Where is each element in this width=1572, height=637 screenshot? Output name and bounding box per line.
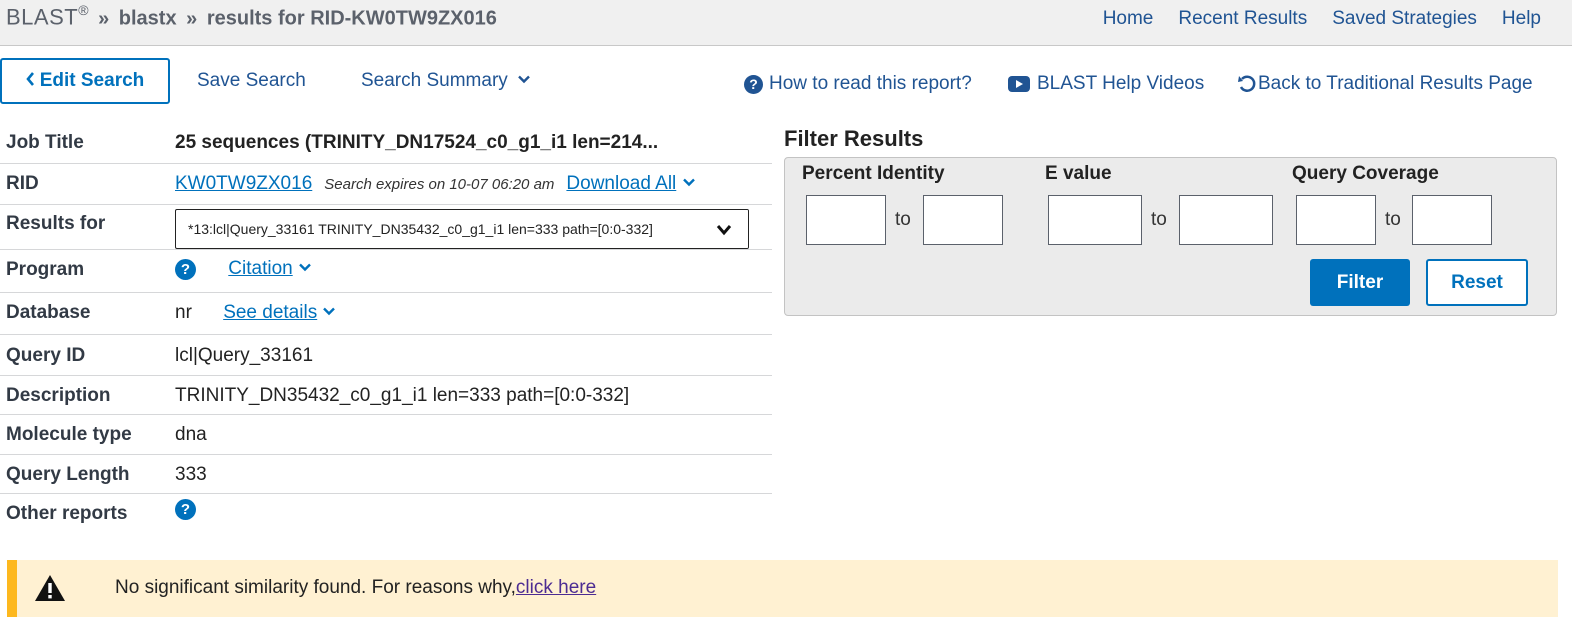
- query-length-label: Query Length: [6, 464, 130, 485]
- query-id-value: lcl|Query_33161: [175, 345, 314, 366]
- row-rid: RID KW0TW9ZX016 Search expires on 10-07 0…: [0, 164, 772, 205]
- molecule-type-value: dna: [175, 424, 207, 445]
- breadcrumb-program[interactable]: blastx: [119, 8, 177, 30]
- click-here-link[interactable]: click here: [516, 577, 596, 598]
- help-circle-icon: ?: [744, 74, 763, 94]
- citation-link[interactable]: Citation: [228, 258, 292, 279]
- top-nav: Home Recent Results Saved Strategies Hel…: [1103, 8, 1572, 30]
- chevron-down-icon[interactable]: [683, 178, 696, 187]
- save-search-link[interactable]: Save Search: [197, 70, 306, 92]
- alert-text: No significant similarity found. For rea…: [115, 577, 516, 598]
- nav-home[interactable]: Home: [1103, 8, 1154, 30]
- search-summary-label: Search Summary: [361, 70, 508, 91]
- back-traditional-link[interactable]: Back to Traditional Results Page: [1237, 73, 1533, 95]
- undo-icon: [1238, 75, 1256, 92]
- filter-results-title: Filter Results: [784, 126, 924, 151]
- back-traditional-label: Back to Traditional Results Page: [1258, 73, 1533, 94]
- percent-identity-max-input[interactable]: [923, 195, 1003, 245]
- how-to-read-label: How to read this report?: [769, 73, 972, 94]
- chevron-down-icon[interactable]: [323, 307, 336, 316]
- nav-recent-results[interactable]: Recent Results: [1178, 8, 1307, 30]
- alert-message: No significant similarity found. For rea…: [115, 577, 596, 599]
- registered-mark: ®: [78, 2, 89, 18]
- job-title-value: 25 sequences (TRINITY_DN17524_c0_g1_i1 l…: [175, 132, 659, 153]
- edit-search-label: Edit Search: [39, 70, 145, 91]
- results-for-select[interactable]: *13:lcl|Query_33161 TRINITY_DN35432_c0_g…: [175, 209, 749, 249]
- rid-label: RID: [6, 173, 39, 194]
- query-id-label: Query ID: [6, 345, 86, 366]
- breadcrumb-separator: »: [186, 7, 198, 30]
- other-reports-label: Other reports: [6, 503, 128, 524]
- query-coverage-label: Query Coverage: [1292, 163, 1439, 184]
- help-circle-icon[interactable]: ?: [175, 499, 196, 520]
- row-other-reports: Other reports ?: [0, 494, 772, 534]
- row-description: Description TRINITY_DN35432_c0_g1_i1 len…: [0, 376, 772, 415]
- chevron-down-icon[interactable]: [298, 263, 311, 272]
- to-label: to: [895, 209, 911, 230]
- row-results-for: Results for *13:lcl|Query_33161 TRINITY_…: [0, 205, 772, 250]
- job-title-label: Job Title: [6, 132, 84, 153]
- row-database: Database nr See details: [0, 293, 772, 335]
- query-coverage-min-input[interactable]: [1296, 195, 1376, 245]
- query-coverage-max-input[interactable]: [1412, 195, 1492, 245]
- how-to-read-link[interactable]: ? How to read this report?: [744, 73, 972, 95]
- edit-search-button[interactable]: Edit Search: [0, 58, 170, 104]
- results-for-label: Results for: [6, 213, 106, 234]
- filter-panel: Percent Identity to E value to Query Cov…: [784, 157, 1557, 316]
- nav-help[interactable]: Help: [1502, 8, 1541, 30]
- database-value: nr: [175, 302, 192, 323]
- breadcrumb-separator: »: [98, 7, 110, 30]
- rid-value-group: KW0TW9ZX016 Search expires on 10-07 06:20…: [175, 173, 696, 195]
- breadcrumb: BLAST® » blastx » results for RID-KW0TW9…: [6, 2, 497, 31]
- chevron-left-icon: [26, 72, 35, 90]
- youtube-icon: [1008, 76, 1030, 92]
- to-label: to: [1151, 209, 1167, 230]
- warning-icon: [34, 574, 66, 607]
- other-reports-value: ?: [175, 498, 196, 520]
- results-for-selected: *13:lcl|Query_33161 TRINITY_DN35432_c0_g…: [188, 221, 653, 237]
- row-query-id: Query ID lcl|Query_33161: [0, 335, 772, 376]
- program-value-group: ? Citation: [175, 258, 311, 280]
- help-videos-link[interactable]: BLAST Help Videos: [1008, 73, 1204, 95]
- description-label: Description: [6, 385, 111, 406]
- rid-link[interactable]: KW0TW9ZX016: [175, 173, 312, 194]
- job-info-table: Job Title 25 sequences (TRINITY_DN17524_…: [0, 123, 772, 534]
- expires-text: Search expires on 10-07 06:20 am: [324, 176, 555, 193]
- nav-saved-strategies[interactable]: Saved Strategies: [1332, 8, 1477, 30]
- e-value-min-input[interactable]: [1048, 195, 1142, 245]
- to-label: to: [1385, 209, 1401, 230]
- help-circle-icon[interactable]: ?: [175, 259, 196, 280]
- search-summary-dropdown[interactable]: Search Summary: [361, 70, 530, 92]
- reset-button[interactable]: Reset: [1426, 259, 1528, 306]
- row-job-title: Job Title 25 sequences (TRINITY_DN17524_…: [0, 123, 772, 164]
- breadcrumb-results: results for RID-KW0TW9ZX016: [206, 7, 497, 30]
- molecule-type-label: Molecule type: [6, 424, 132, 445]
- row-molecule-type: Molecule type dna: [0, 415, 772, 455]
- database-label: Database: [6, 302, 91, 323]
- filter-button[interactable]: Filter: [1310, 259, 1410, 306]
- top-bar: BLAST® » blastx » results for RID-KW0TW9…: [0, 0, 1572, 46]
- select-arrow-icon: [716, 225, 732, 236]
- e-value-max-input[interactable]: [1179, 195, 1273, 245]
- see-details-link[interactable]: See details: [223, 302, 317, 323]
- no-results-alert: No significant similarity found. For rea…: [7, 560, 1558, 617]
- brand[interactable]: BLAST: [6, 5, 78, 30]
- chevron-down-icon: [518, 75, 530, 84]
- row-program: Program ? Citation: [0, 250, 772, 293]
- program-label: Program: [6, 259, 85, 280]
- description-value: TRINITY_DN35432_c0_g1_i1 len=333 path=[0…: [175, 385, 630, 406]
- download-all-link[interactable]: Download All: [566, 173, 676, 194]
- database-value-group: nr See details: [175, 302, 336, 324]
- help-videos-label: BLAST Help Videos: [1037, 73, 1205, 94]
- percent-identity-min-input[interactable]: [806, 195, 886, 245]
- query-length-value: 333: [175, 464, 207, 485]
- e-value-label: E value: [1045, 163, 1112, 184]
- row-query-length: Query Length 333: [0, 455, 772, 494]
- percent-identity-label: Percent Identity: [802, 163, 945, 184]
